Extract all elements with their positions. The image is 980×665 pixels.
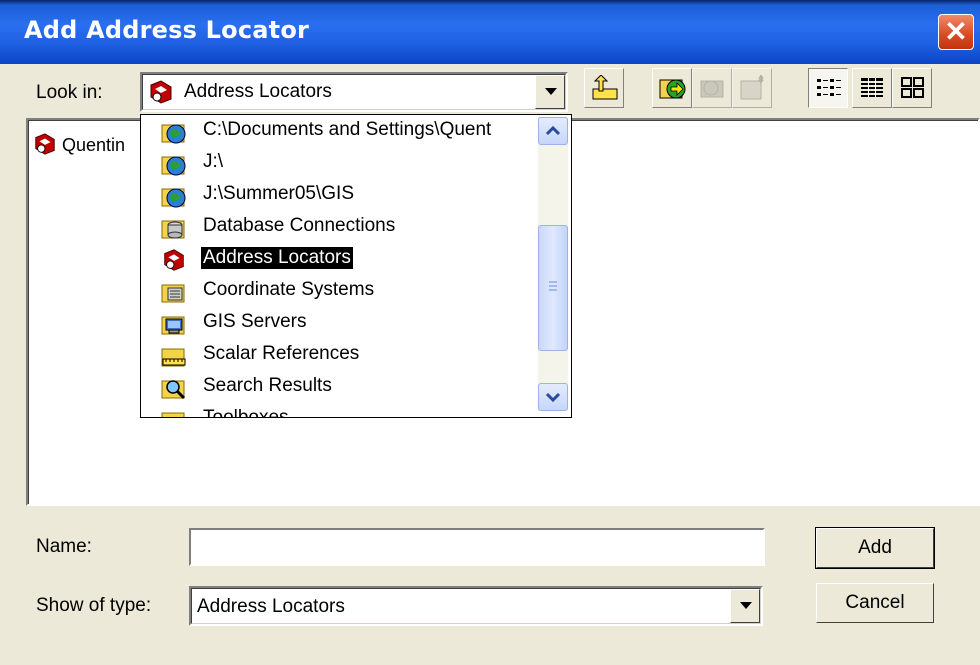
toolboxes-icon — [161, 412, 185, 417]
look-in-value: Address Locators — [184, 81, 332, 102]
details-view-icon — [861, 78, 883, 97]
dropdown-item-address-locators[interactable]: Address Locators — [161, 245, 541, 275]
look-in-label: Look in: — [36, 82, 103, 103]
dropdown-item-summer05-gis[interactable]: J:\Summer05\GIS — [161, 181, 541, 211]
address-locator-icon — [35, 133, 55, 155]
add-button[interactable]: Add — [815, 527, 935, 569]
new-item-icon — [740, 75, 764, 100]
show-of-type-combo[interactable]: Address Locators — [189, 586, 763, 626]
close-icon: ✕ — [944, 16, 968, 47]
look-in-dropdown-list[interactable]: C:\Documents and Settings\Quent J:\ J:\S… — [140, 114, 572, 418]
show-of-type-value: Address Locators — [197, 596, 345, 617]
address-locator-icon — [150, 80, 172, 104]
list-item-label: Quentin — [62, 135, 126, 155]
dropdown-item-database-connections[interactable]: Database Connections — [161, 213, 541, 243]
title-bar[interactable]: Add Address Locator ✕ — [0, 0, 980, 64]
grip-icon — [549, 281, 557, 291]
dropdown-item-coordinate-systems[interactable]: Coordinate Systems — [161, 277, 541, 307]
name-input[interactable] — [189, 528, 765, 566]
connect-to-folder-icon — [659, 79, 686, 99]
coordinate-systems-icon — [161, 284, 185, 303]
add-address-locator-dialog: Add Address Locator ✕ Look in: Address L… — [0, 0, 980, 665]
dropdown-item-documents[interactable]: C:\Documents and Settings\Quent — [161, 117, 541, 147]
dropdown-item-label: J:\ — [203, 151, 224, 172]
look-in-combo[interactable]: Address Locators — [140, 72, 568, 112]
gis-servers-icon — [161, 316, 185, 335]
scroll-up-button[interactable] — [538, 117, 568, 145]
dropdown-item-j-drive[interactable]: J:\ — [161, 149, 541, 179]
details-view-button[interactable] — [852, 68, 892, 108]
dropdown-item-label: Toolboxes — [203, 407, 289, 418]
dropdown-item-scalar-references[interactable]: Scalar References — [161, 341, 541, 371]
show-of-type-dropdown-button[interactable] — [730, 589, 760, 623]
scroll-thumb[interactable] — [538, 225, 568, 351]
list-view-button[interactable] — [808, 68, 848, 108]
address-locator-icon — [164, 249, 184, 271]
dropdown-item-label: Scalar References — [203, 343, 360, 364]
disconnect-folder-icon — [700, 80, 724, 98]
look-in-dropdown-button[interactable] — [535, 75, 565, 109]
name-label: Name: — [36, 536, 92, 557]
dropdown-item-label: C:\Documents and Settings\Quent — [203, 119, 492, 140]
chevron-up-icon — [545, 125, 561, 136]
dropdown-item-label: Database Connections — [203, 215, 396, 236]
disconnect-folder-button[interactable] — [692, 68, 732, 108]
cancel-button[interactable]: Cancel — [816, 583, 934, 623]
up-one-level-button[interactable] — [584, 68, 624, 108]
dropdown-item-label: Address Locators — [201, 247, 353, 269]
dropdown-item-label: GIS Servers — [203, 311, 307, 332]
dropdown-scrollbar[interactable] — [538, 117, 568, 411]
thumbnails-view-icon — [901, 77, 924, 98]
thumbnails-view-button[interactable] — [892, 68, 932, 108]
dropdown-item-search-results[interactable]: Search Results — [161, 373, 541, 403]
dropdown-item-label: Search Results — [203, 375, 332, 396]
window-title: Add Address Locator — [24, 16, 310, 44]
up-one-level-icon — [592, 75, 618, 100]
dropdown-item-label: J:\Summer05\GIS — [203, 183, 354, 204]
show-of-type-label: Show of type: — [36, 595, 152, 616]
close-button[interactable]: ✕ — [938, 14, 974, 50]
scroll-down-button[interactable] — [538, 383, 568, 411]
dropdown-item-label: Coordinate Systems — [203, 279, 375, 300]
dropdown-item-gis-servers[interactable]: GIS Servers — [161, 309, 541, 339]
connect-to-folder-button[interactable] — [652, 68, 692, 108]
list-view-icon — [817, 79, 841, 96]
folder-connection-icon — [161, 124, 186, 144]
scalar-references-icon — [161, 348, 186, 367]
database-connections-icon — [161, 220, 185, 239]
dropdown-item-toolboxes[interactable]: Toolboxes — [161, 405, 541, 418]
chevron-down-icon — [545, 392, 561, 403]
folder-connection-icon — [161, 188, 186, 208]
new-item-button[interactable] — [732, 68, 772, 108]
search-results-icon — [161, 380, 186, 400]
folder-connection-icon — [161, 156, 186, 176]
